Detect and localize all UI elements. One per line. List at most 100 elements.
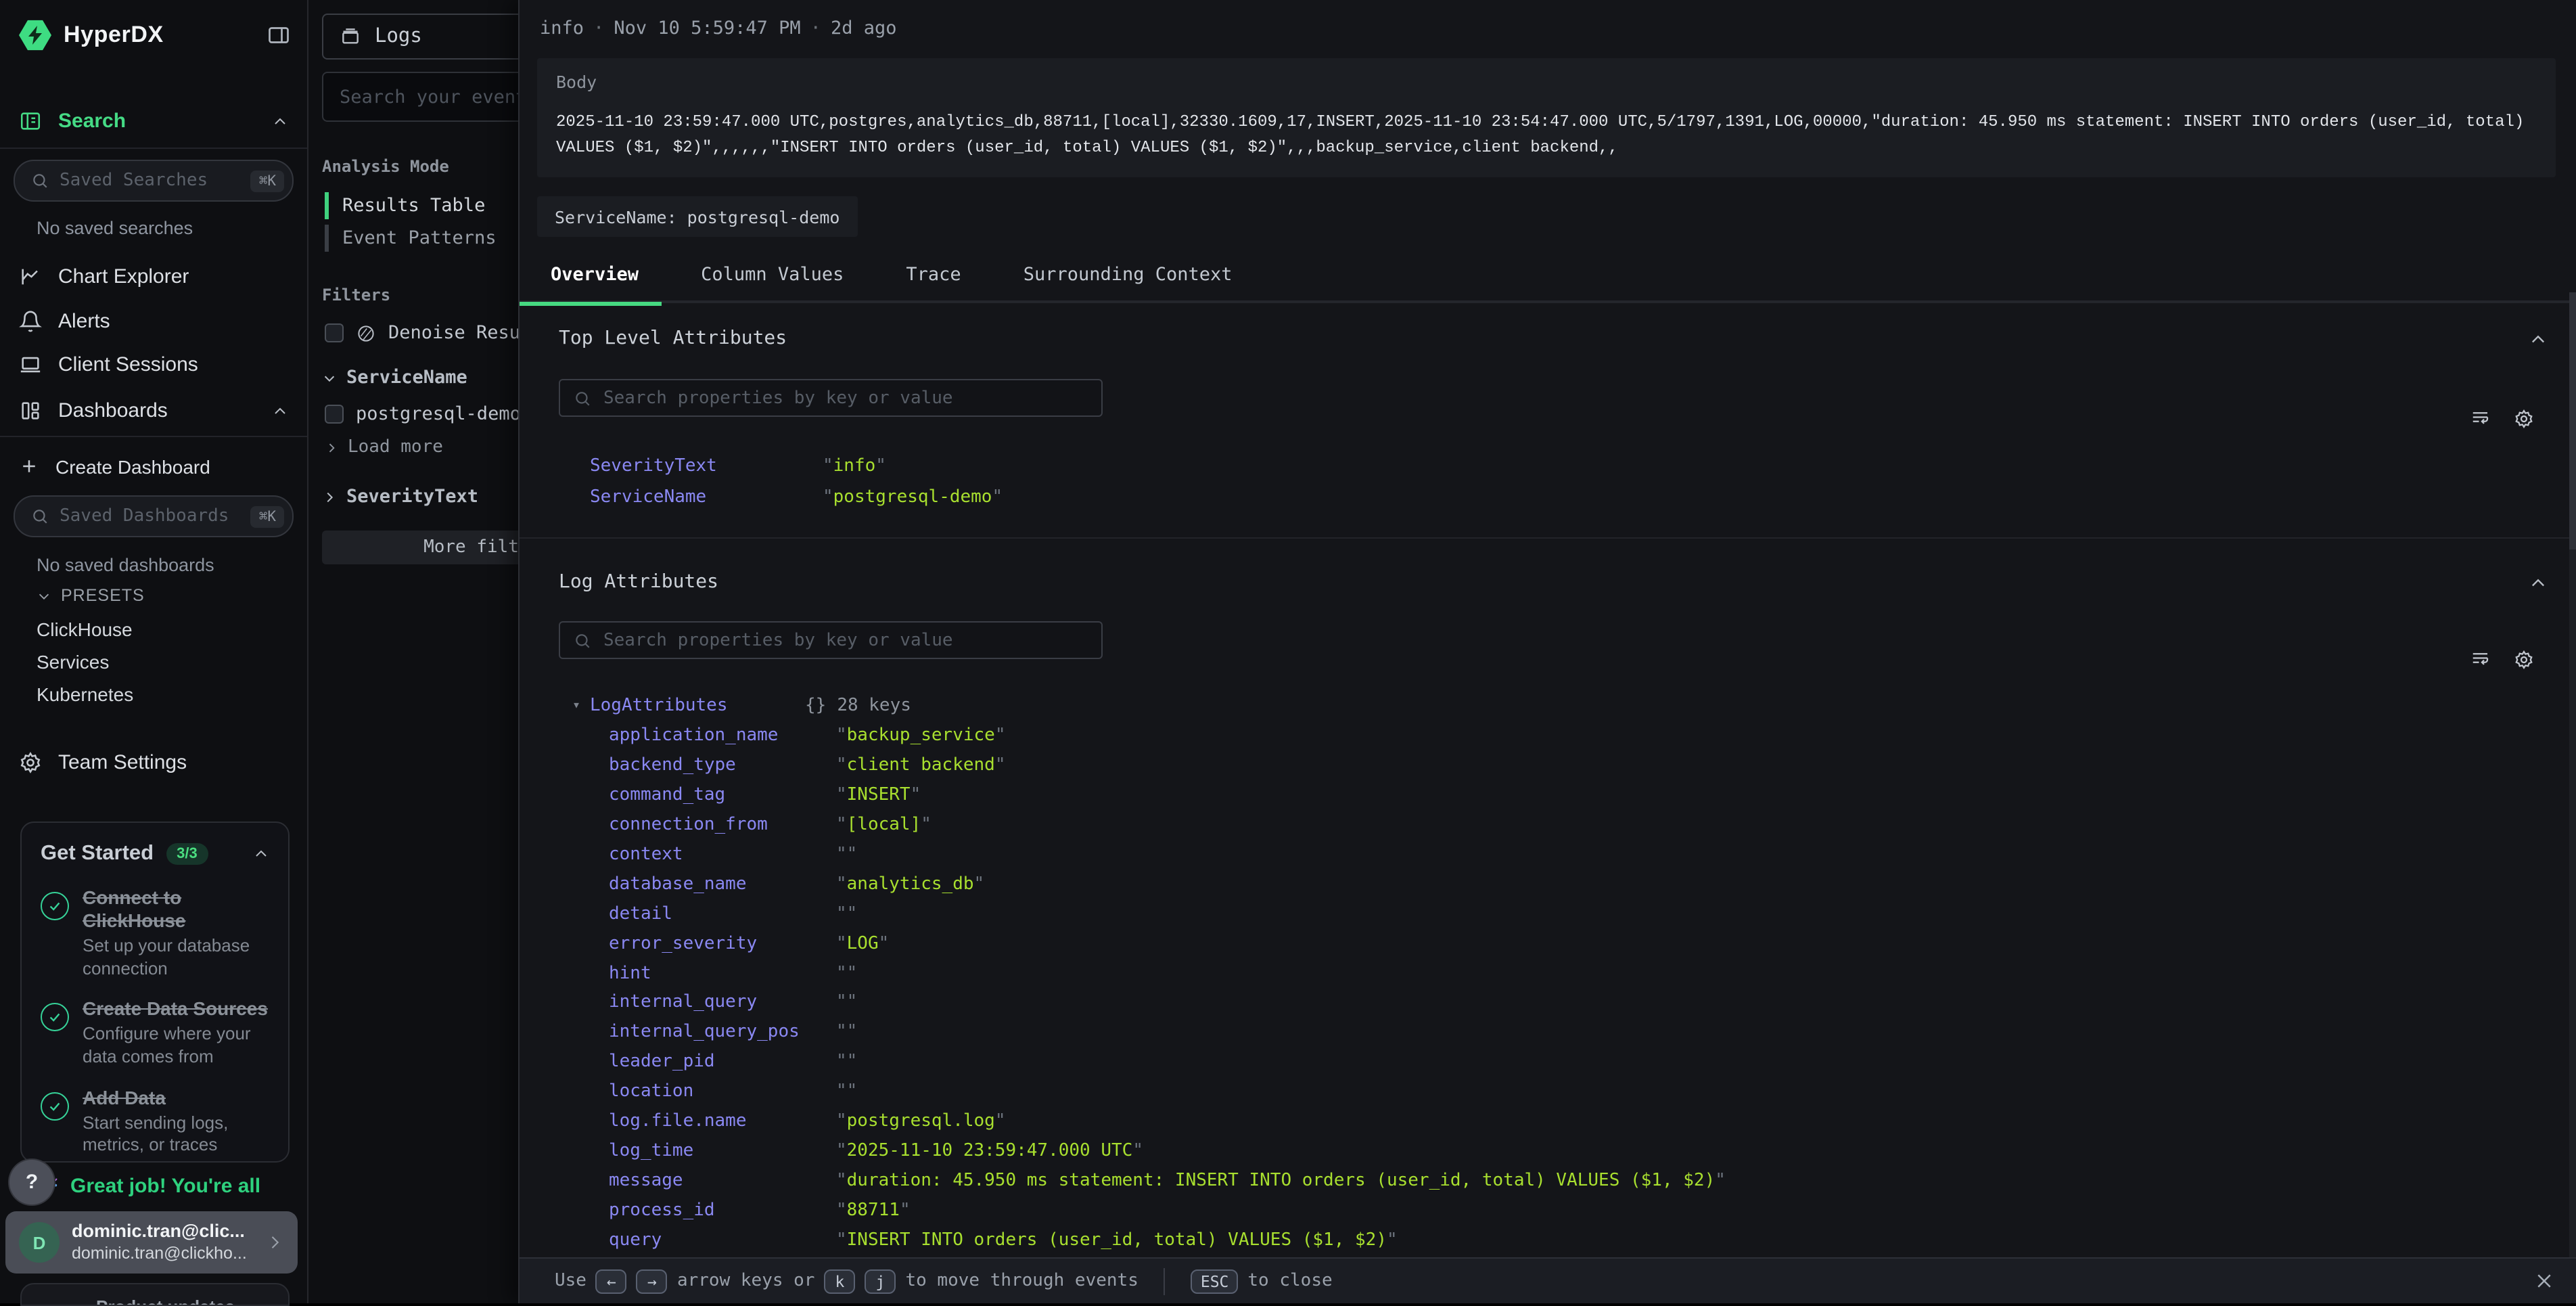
saved-searches-input[interactable]: Saved Searches ⌘K [14,160,294,202]
attribute-row[interactable]: log_time "2025-11-10 23:59:47.000 UTC" [572,1136,2576,1166]
attribute-key[interactable]: connection_from [609,815,836,835]
attribute-row[interactable]: context "" [572,840,2576,870]
help-button[interactable]: ? [9,1160,54,1204]
checkbox[interactable] [325,405,344,424]
attribute-value[interactable]: backup_service [847,726,995,746]
attribute-row[interactable]: internal_query_pos "" [572,1018,2576,1048]
service-name-chip[interactable]: ServiceName: postgresql-demo [537,196,857,237]
attribute-value[interactable]: LOG [847,933,879,953]
attribute-row[interactable]: error_severity "LOG" [572,928,2576,958]
attribute-value[interactable]: duration: 45.950 ms statement: INSERT IN… [847,1171,1716,1191]
attribute-row[interactable]: SeverityText "info" [590,451,2576,482]
attribute-key[interactable]: process_id [609,1200,836,1220]
sidebar-item-team-settings[interactable]: Team Settings [0,744,307,781]
attribute-value[interactable]: 2025-11-10 23:59:47.000 UTC [847,1141,1133,1161]
attribute-row[interactable]: command_tag "INSERT" [572,781,2576,811]
sidebar-item-dashboards[interactable]: Dashboards [0,392,307,429]
get-started-item[interactable]: Create Data Sources Configure where your… [41,998,269,1069]
wrap-lines-icon[interactable] [2470,650,2491,670]
attribute-row[interactable]: process_id "88711" [572,1196,2576,1225]
attribute-row[interactable]: leader_pid "" [572,1048,2576,1077]
attribute-row[interactable]: ServiceName "postgresql-demo" [590,482,2576,513]
attribute-row[interactable]: location "" [572,1077,2576,1106]
shortcuts-footer: Use ← → arrow keys or k j to move throug… [520,1257,2576,1303]
attribute-row[interactable]: database_name "analytics_db" [572,870,2576,899]
sidebar-item-alerts[interactable]: Alerts [0,303,307,340]
sidebar-item-chart-explorer[interactable]: Chart Explorer [0,258,307,295]
close-icon[interactable] [2534,1271,2554,1291]
attribute-key[interactable]: internal_query [609,993,836,1013]
collapse-section-icon[interactable] [2529,330,2548,349]
attribute-key[interactable]: message [609,1171,836,1191]
attribute-row[interactable]: internal_query "" [572,988,2576,1018]
attribute-key[interactable]: log.file.name [609,1111,836,1131]
attribute-row[interactable]: connection_from "[local]" [572,810,2576,840]
attribute-key[interactable]: database_name [609,874,836,895]
attribute-row[interactable]: application_name "backup_service" [572,721,2576,751]
preset-dashboard-link[interactable]: Services [37,651,109,673]
attribute-key[interactable]: backend_type [609,756,836,776]
attribute-row[interactable]: log.file.name "postgresql.log" [572,1106,2576,1136]
attribute-value[interactable]: info [833,456,876,476]
sidebar-item-label: Team Settings [58,751,187,774]
attribute-value[interactable]: postgresql-demo [833,487,992,508]
attribute-key[interactable]: location [609,1081,836,1102]
attribute-key[interactable]: SeverityText [590,456,823,476]
attribute-row[interactable]: detail "" [572,899,2576,929]
gear-icon[interactable] [2514,409,2534,429]
attribute-row[interactable]: hint "" [572,958,2576,988]
attribute-key[interactable]: query [609,1230,836,1250]
user-menu[interactable]: D dominic.tran@clic... dominic.tran@clic… [5,1211,298,1274]
attribute-row[interactable]: query "INSERT INTO orders (user_id, tota… [572,1225,2576,1255]
attribute-key[interactable]: detail [609,904,836,924]
property-search-input[interactable]: Search properties by key or value [559,379,1103,417]
create-dashboard-button[interactable]: Create Dashboard [0,448,307,485]
chevron-up-icon[interactable] [272,403,288,419]
denoise-icon [356,323,376,343]
preset-dashboard-link[interactable]: ClickHouse [37,618,133,640]
checkbox[interactable] [325,323,344,342]
attribute-key[interactable]: hint [609,963,836,983]
preset-dashboard-link[interactable]: Kubernetes [37,683,133,705]
attribute-row[interactable]: backend_type "client backend" [572,751,2576,781]
sidebar-item-search[interactable]: Search [0,103,307,139]
sidebar-collapse-icon[interactable] [267,23,291,47]
attribute-value[interactable]: analytics_db [847,874,974,895]
attribute-value[interactable]: [local] [847,815,921,835]
attribute-key[interactable]: command_tag [609,785,836,805]
attribute-key[interactable]: context [609,845,836,865]
attribute-row[interactable]: message "duration: 45.950 ms statement: … [572,1166,2576,1196]
scrollbar-thumb[interactable] [2569,292,2576,549]
attribute-value[interactable]: INSERT [847,785,911,805]
sidebar-item-label: Alerts [58,310,110,333]
chevron-up-icon[interactable] [272,113,288,129]
wrap-lines-icon[interactable] [2470,409,2491,429]
saved-dashboards-input[interactable]: Saved Dashboards ⌘K [14,495,294,537]
gear-icon[interactable] [2514,650,2534,670]
tree-root-label[interactable]: LogAttributes [590,696,805,716]
property-search-input[interactable]: Search properties by key or value [559,621,1103,659]
chevron-up-icon[interactable] [253,846,269,862]
presets-toggle[interactable]: PRESETS [37,586,145,605]
caret-down-icon[interactable]: ▾ [572,698,590,713]
attribute-key[interactable]: application_name [609,726,836,746]
attribute-value[interactable]: client backend [847,756,995,776]
attribute-key[interactable]: internal_query_pos [609,1022,836,1043]
sidebar-item-client-sessions[interactable]: Client Sessions [0,346,307,383]
get-started-items: Connect to ClickHouse Set up your databa… [41,886,269,1157]
attribute-key[interactable]: log_time [609,1141,836,1161]
bottom-partial-card[interactable]: Product updates [20,1283,290,1306]
attribute-key[interactable]: ServiceName [590,487,823,508]
attribute-key[interactable]: leader_pid [609,1052,836,1072]
collapse-section-icon[interactable] [2529,574,2548,593]
bottom-card-label: Product updates [22,1284,288,1306]
attribute-key[interactable]: error_severity [609,933,836,953]
attribute-value[interactable]: postgresql.log [847,1111,995,1131]
attribute-value[interactable]: 88711 [847,1200,900,1220]
get-started-item[interactable]: Connect to ClickHouse Set up your databa… [41,886,269,981]
get-started-item[interactable]: Add Data Start sending logs, metrics, or… [41,1086,269,1157]
tree-root-row[interactable]: ▾ LogAttributes {} 28 keys [572,690,2576,721]
body-log-text[interactable]: 2025-11-10 23:59:47.000 UTC,postgres,ana… [556,110,2537,160]
scrollbar[interactable] [2569,292,2576,1257]
attribute-value[interactable]: INSERT INTO orders (user_id, total) VALU… [847,1230,1387,1250]
